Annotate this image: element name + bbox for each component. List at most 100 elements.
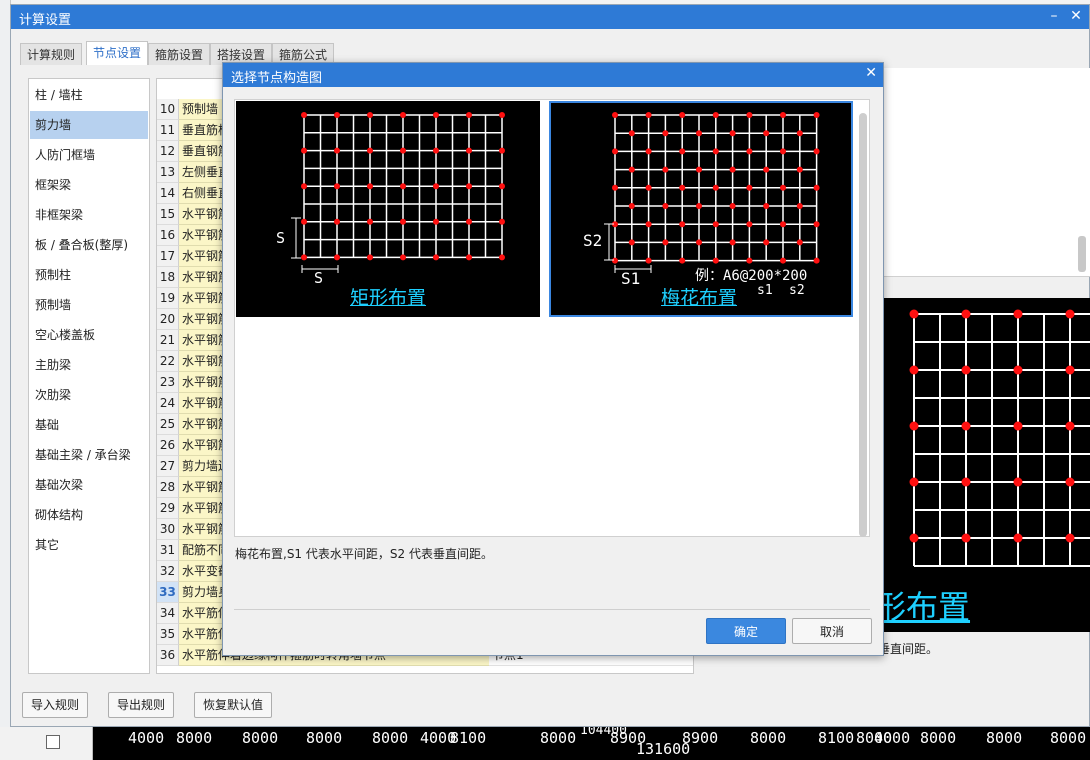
rebar-dot: [746, 184, 753, 191]
tab-node-settings[interactable]: 节点设置: [86, 41, 149, 65]
category-item[interactable]: 人防门框墙: [30, 141, 148, 169]
table-row-number[interactable]: 23: [157, 372, 179, 393]
cad-dim: 4000: [874, 729, 911, 747]
category-item[interactable]: 预制柱: [30, 261, 148, 289]
rebar-dot: [909, 365, 919, 375]
rebar-dot: [729, 203, 736, 209]
table-row-number[interactable]: 17: [157, 246, 179, 267]
rebar-dot: [1065, 533, 1075, 543]
category-item[interactable]: 空心楼盖板: [30, 321, 148, 349]
rebar-dot: [961, 365, 971, 375]
rebar-dot: [796, 130, 803, 137]
cad-canvas-strip: 4000 8000 8000 8000 8000 4000 8100 8000 …: [0, 723, 1090, 760]
rebar-dot: [612, 184, 618, 191]
table-row-number[interactable]: 27: [157, 456, 179, 477]
rebar-dot: [780, 184, 786, 191]
table-row-number[interactable]: 34: [157, 603, 179, 624]
restore-defaults-button[interactable]: 恢复默认值: [194, 692, 273, 718]
table-row-number[interactable]: 11: [157, 120, 179, 141]
category-item[interactable]: 基础主梁 / 承台梁: [30, 441, 148, 469]
table-row-number[interactable]: 16: [157, 225, 179, 246]
table-row-number[interactable]: 30: [157, 519, 179, 540]
rebar-dot: [645, 221, 652, 228]
table-row-number[interactable]: 18: [157, 267, 179, 288]
rebar-dot: [612, 257, 618, 264]
rebar-dot: [909, 477, 919, 487]
rebar-dot: [367, 112, 373, 118]
rebar-dot: [1013, 421, 1023, 431]
rebar-dot: [712, 221, 719, 228]
dim-label-vertical: S2: [583, 231, 603, 250]
table-row-number[interactable]: 20: [157, 309, 179, 330]
table-row-number[interactable]: 10: [157, 99, 179, 120]
category-item[interactable]: 框架梁: [30, 171, 148, 199]
table-row-number[interactable]: 22: [157, 351, 179, 372]
dialog-close-button[interactable]: ✕: [865, 65, 877, 81]
category-item[interactable]: 基础次梁: [30, 471, 148, 499]
table-row-number[interactable]: 36: [157, 645, 179, 666]
rebar-dot: [763, 239, 770, 246]
category-item[interactable]: 次肋梁: [30, 381, 148, 409]
table-row-number[interactable]: 35: [157, 624, 179, 645]
category-item[interactable]: 基础: [30, 411, 148, 439]
category-item[interactable]: 砌体结构: [30, 501, 148, 529]
export-rules-button[interactable]: 导出规则: [108, 692, 175, 718]
rebar-dot: [334, 183, 340, 190]
rebar-dot: [645, 148, 652, 155]
rebar-dot: [400, 183, 406, 190]
rebar-dot: [763, 203, 770, 209]
category-item[interactable]: 柱 / 墙柱: [30, 81, 148, 109]
tab-stirrup-settings[interactable]: 箍筋设置: [148, 43, 211, 65]
table-row-number[interactable]: 26: [157, 435, 179, 456]
rebar-dot: [628, 203, 635, 209]
table-row-number[interactable]: 31: [157, 540, 179, 561]
rebar-dot: [466, 183, 472, 190]
rebar-dot: [301, 147, 307, 154]
category-item[interactable]: 预制墙: [30, 291, 148, 319]
cancel-button[interactable]: 取消: [792, 618, 872, 644]
rebar-dot: [679, 184, 686, 191]
table-row-number[interactable]: 13: [157, 162, 179, 183]
category-item[interactable]: 板 / 叠合板(整厚): [30, 231, 148, 259]
category-item-selected[interactable]: 剪力墙: [30, 111, 148, 139]
ok-button[interactable]: 确定: [706, 618, 786, 644]
import-rules-button[interactable]: 导入规则: [22, 692, 89, 718]
table-row-number[interactable]: 24: [157, 393, 179, 414]
table-row-number[interactable]: 21: [157, 330, 179, 351]
table-row-number[interactable]: 25: [157, 414, 179, 435]
minimize-button[interactable]: –: [1045, 7, 1063, 25]
checkbox[interactable]: [46, 735, 60, 749]
table-row-number[interactable]: 32: [157, 561, 179, 582]
divider: [234, 609, 870, 610]
table-row-number[interactable]: 14: [157, 183, 179, 204]
dim-label-horizontal: S1: [621, 269, 641, 288]
rebar-dot: [780, 257, 786, 264]
scrollbar-thumb[interactable]: [1078, 236, 1086, 272]
rebar-dot: [763, 130, 770, 137]
rebar-dot: [301, 218, 307, 225]
table-row-number[interactable]: 28: [157, 477, 179, 498]
category-item[interactable]: 非框架梁: [30, 201, 148, 229]
close-button[interactable]: ✕: [1067, 7, 1085, 25]
table-row-number[interactable]: 12: [157, 141, 179, 162]
dialog-scrollbar[interactable]: [859, 113, 867, 537]
table-row-number[interactable]: 19: [157, 288, 179, 309]
dim-label-vertical: S: [276, 229, 286, 247]
window-titlebar: 计算设置 – ✕: [11, 5, 1089, 29]
option-plum-blossom-layout[interactable]: S2 S1 例：A6@200*200 s1 s2 梅花布置: [549, 101, 853, 317]
table-row-number[interactable]: 15: [157, 204, 179, 225]
table-row-number[interactable]: 33: [157, 582, 179, 603]
spacing-s1-label: s1: [757, 283, 773, 298]
rebar-dot: [499, 218, 505, 225]
category-item[interactable]: 主肋梁: [30, 351, 148, 379]
tab-calc-rules[interactable]: 计算规则: [20, 43, 83, 65]
rebar-dot: [662, 239, 669, 246]
category-item[interactable]: 其它: [30, 531, 148, 559]
rebar-dot: [813, 221, 820, 228]
option-rectangular-layout[interactable]: S S 矩形布置: [236, 101, 540, 317]
rebar-dot: [679, 221, 686, 228]
dialog-description: 梅花布置,S1 代表水平间距，S2 代表垂直间距。: [235, 547, 493, 561]
rebar-dot: [612, 112, 618, 118]
background-grid-panel: [0, 727, 93, 760]
table-row-number[interactable]: 29: [157, 498, 179, 519]
